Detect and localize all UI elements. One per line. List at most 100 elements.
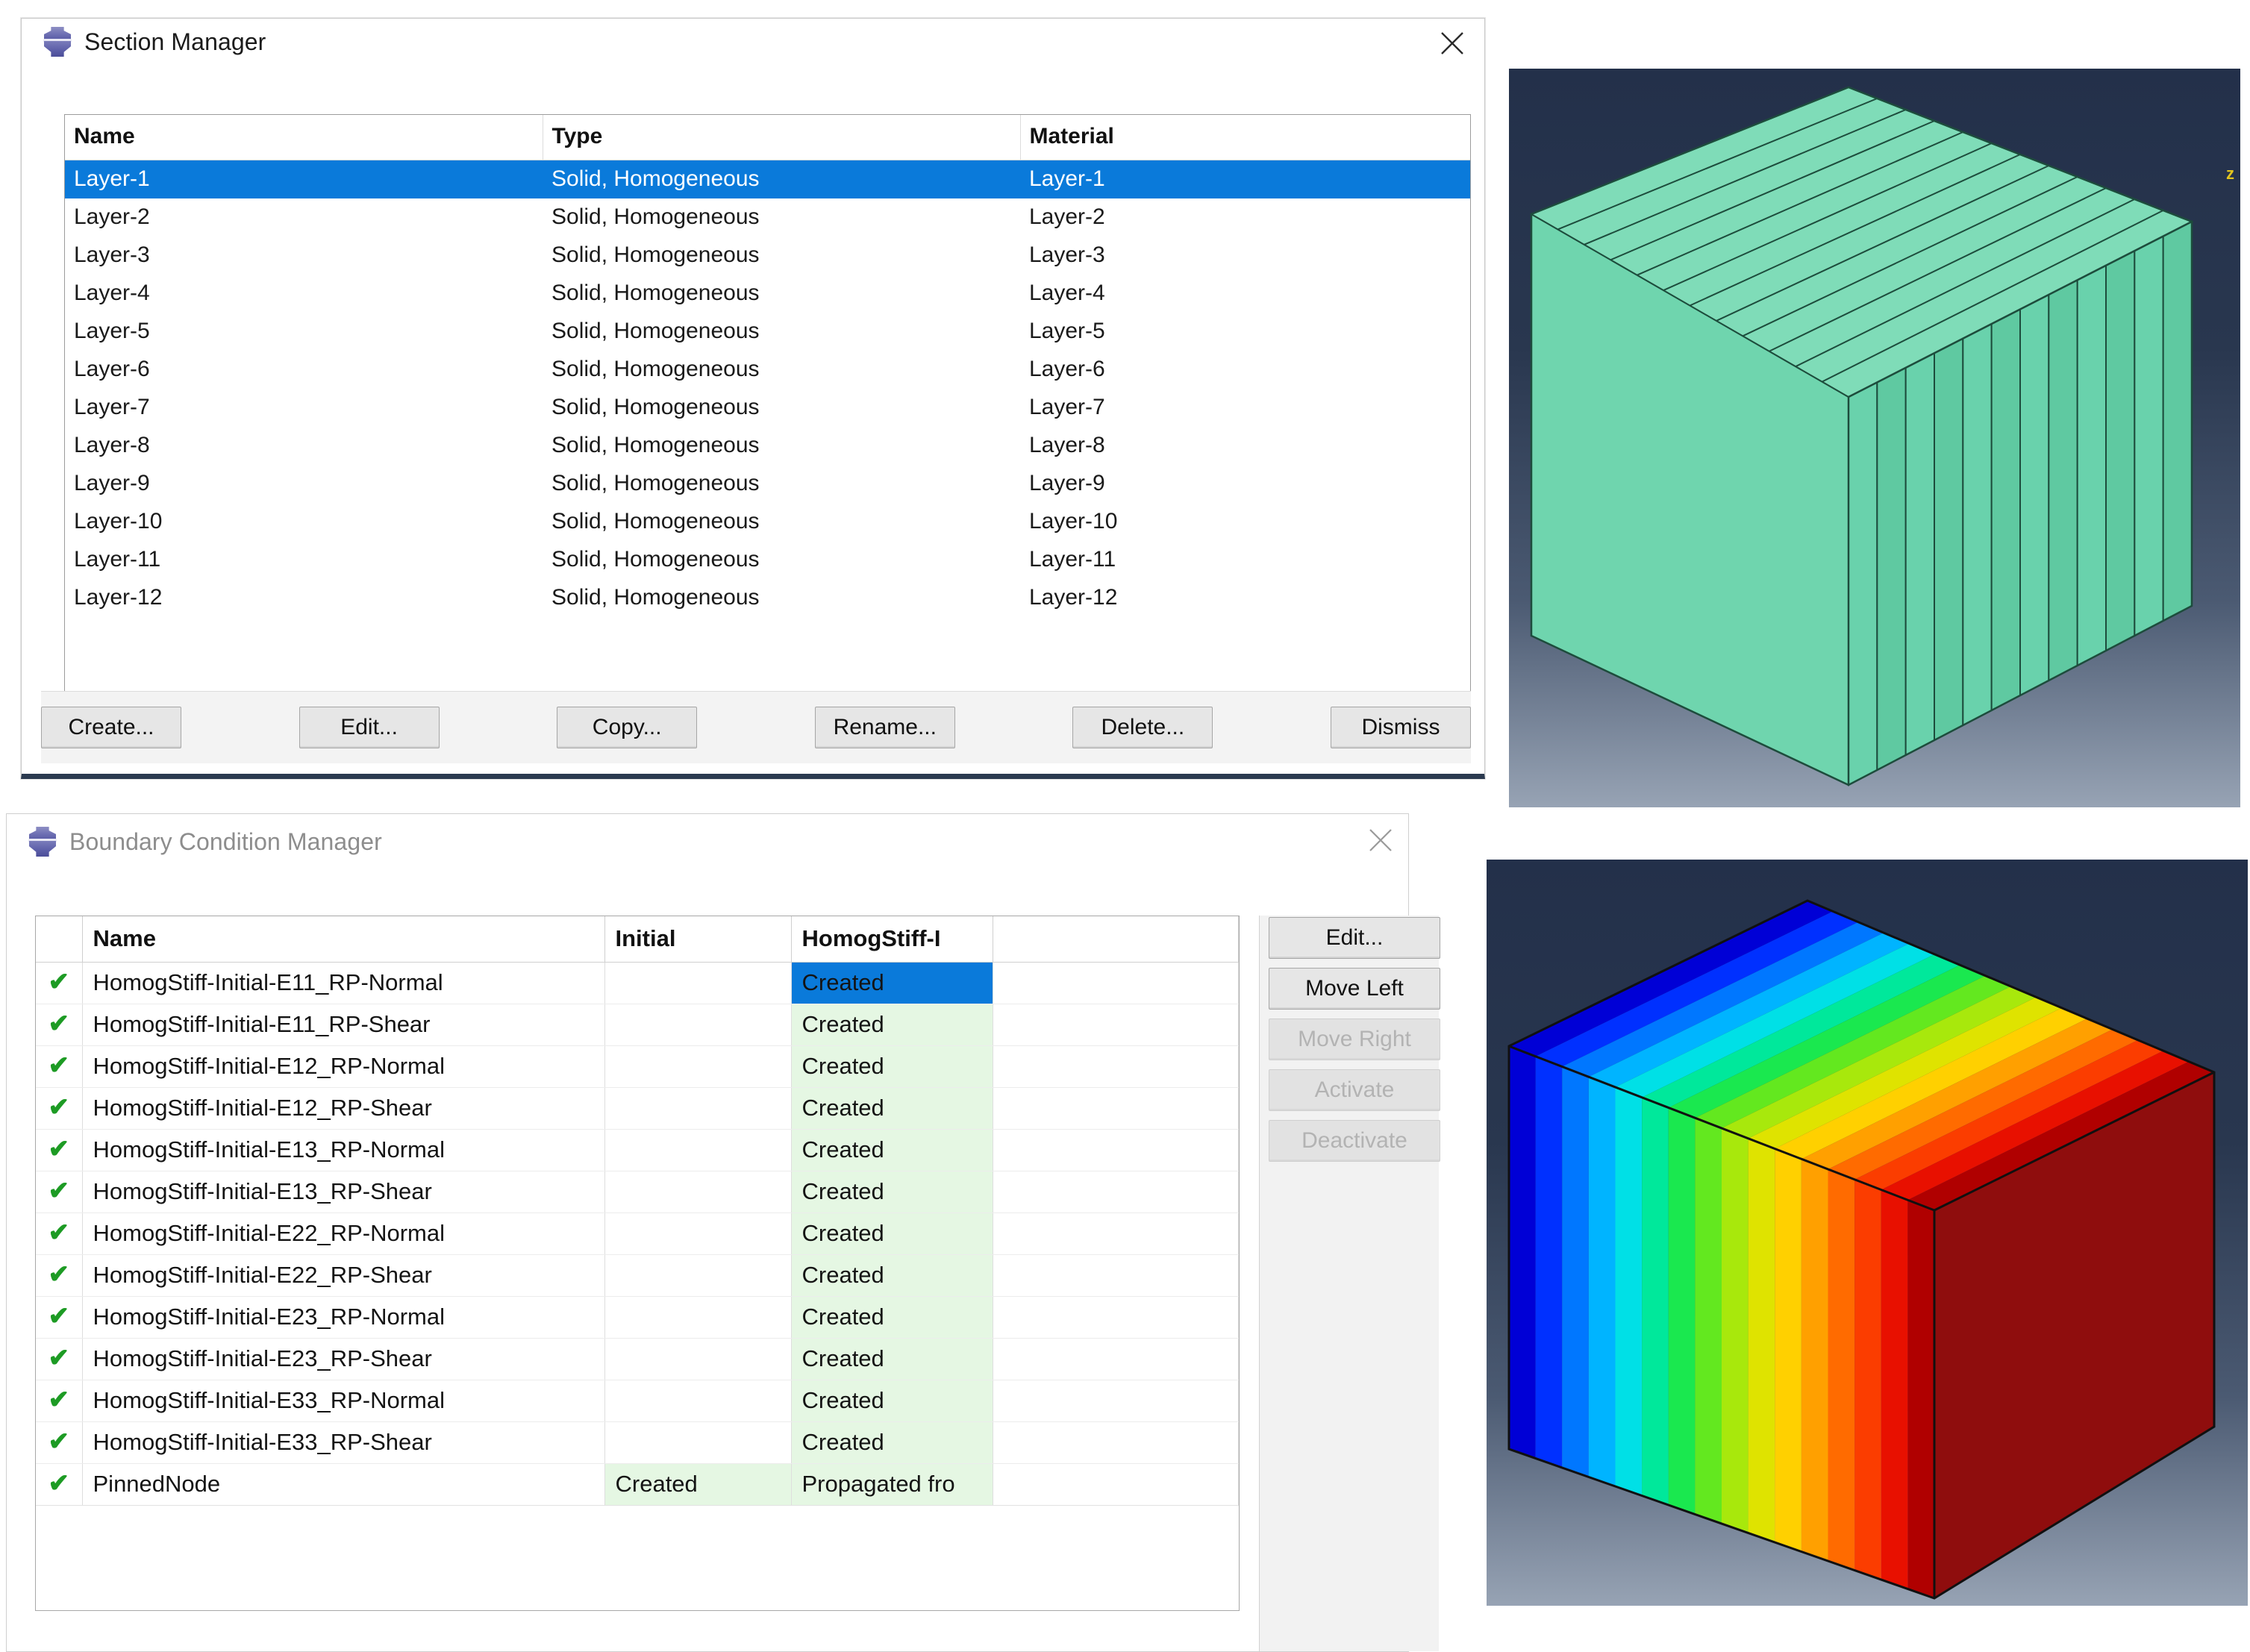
check-icon[interactable]: ✔ bbox=[36, 1045, 83, 1088]
close-icon[interactable] bbox=[1360, 820, 1401, 860]
check-icon[interactable]: ✔ bbox=[36, 1004, 83, 1046]
check-icon[interactable]: ✔ bbox=[36, 1129, 83, 1171]
table-row[interactable]: ✔ HomogStiff-Initial-E22_RP-Shear Created bbox=[36, 1254, 1239, 1297]
column-header-type[interactable]: Type bbox=[543, 115, 1021, 160]
table-row[interactable]: Layer-3 Solid, Homogeneous Layer-3 bbox=[65, 237, 1470, 275]
table-row[interactable]: ✔ HomogStiff-Initial-E12_RP-Shear Created bbox=[36, 1087, 1239, 1130]
edit-button[interactable]: Edit... bbox=[1269, 917, 1440, 959]
column-header-initial[interactable]: Initial bbox=[604, 916, 792, 963]
table-row[interactable]: Layer-9 Solid, Homogeneous Layer-9 bbox=[65, 465, 1470, 503]
bc-row-pad bbox=[993, 1213, 1239, 1255]
check-icon[interactable]: ✔ bbox=[36, 1421, 83, 1464]
check-icon[interactable]: ✔ bbox=[36, 1171, 83, 1213]
table-row[interactable]: Layer-2 Solid, Homogeneous Layer-2 bbox=[65, 198, 1470, 237]
bc-row-name: PinnedNode bbox=[82, 1463, 605, 1506]
table-row[interactable]: Layer-7 Solid, Homogeneous Layer-7 bbox=[65, 389, 1470, 427]
section-row-name: Layer-2 bbox=[74, 204, 150, 229]
bc-row-step-status: Created bbox=[791, 1421, 993, 1464]
bc-row-step-status: Created bbox=[791, 1380, 993, 1422]
bc-table-container[interactable]: Name Initial HomogStiff-I ✔ HomogStiff-In… bbox=[35, 916, 1240, 1611]
table-row[interactable]: Layer-10 Solid, Homogeneous Layer-10 bbox=[65, 503, 1470, 541]
check-glyph: ✔ bbox=[48, 968, 70, 996]
check-icon[interactable]: ✔ bbox=[36, 1338, 83, 1380]
check-icon[interactable]: ✔ bbox=[36, 1087, 83, 1130]
contour-band-front bbox=[1748, 1138, 1775, 1542]
section-row-type: Solid, Homogeneous bbox=[543, 160, 1020, 198]
dismiss-button[interactable]: Dismiss bbox=[1330, 707, 1471, 748]
contour-band-front bbox=[1722, 1128, 1749, 1533]
check-glyph: ✔ bbox=[48, 1427, 70, 1456]
check-icon[interactable]: ✔ bbox=[36, 962, 83, 1004]
contour-block-view[interactable] bbox=[1487, 860, 2248, 1606]
check-icon[interactable]: ✔ bbox=[36, 1254, 83, 1297]
bc-row-initial bbox=[604, 1421, 792, 1464]
bc-row-initial bbox=[604, 1171, 792, 1213]
table-row[interactable]: Layer-6 Solid, Homogeneous Layer-6 bbox=[65, 351, 1470, 389]
abaqus-icon bbox=[41, 25, 74, 58]
table-row[interactable]: Layer-8 Solid, Homogeneous Layer-8 bbox=[65, 427, 1470, 465]
table-row[interactable]: ✔ HomogStiff-Initial-E23_RP-Normal Created bbox=[36, 1296, 1239, 1339]
table-row[interactable]: ✔ PinnedNode Created Propagated fro bbox=[36, 1463, 1239, 1506]
section-row-type: Solid, Homogeneous bbox=[551, 357, 760, 381]
table-row[interactable]: ✔ HomogStiff-Initial-E13_RP-Shear Created bbox=[36, 1171, 1239, 1213]
close-icon[interactable] bbox=[1432, 23, 1472, 63]
check-icon[interactable]: ✔ bbox=[36, 1463, 83, 1506]
section-row-name: Layer-6 bbox=[74, 357, 150, 381]
section-row-name: Layer-3 bbox=[74, 243, 150, 267]
table-row[interactable]: ✔ HomogStiff-Initial-E33_RP-Normal Created bbox=[36, 1380, 1239, 1422]
column-header-material[interactable]: Material bbox=[1020, 115, 1470, 160]
table-row[interactable]: ✔ HomogStiff-Initial-E12_RP-Normal Created bbox=[36, 1045, 1239, 1088]
check-glyph: ✔ bbox=[48, 1051, 70, 1080]
section-row-material: Layer-2 bbox=[1029, 204, 1105, 229]
axis-label-z: z bbox=[2226, 164, 2234, 183]
rename-button[interactable]: Rename... bbox=[814, 707, 955, 748]
table-row[interactable]: Layer-4 Solid, Homogeneous Layer-4 bbox=[65, 275, 1470, 313]
check-icon[interactable]: ✔ bbox=[36, 1296, 83, 1339]
section-manager-buttonbar: Create... Edit... Copy... Rename... Delete..… bbox=[41, 691, 1471, 763]
block-layer bbox=[1934, 337, 1964, 742]
section-row-type: Solid, Homogeneous bbox=[551, 243, 760, 267]
table-row[interactable]: Layer-12 Solid, Homogeneous Layer-12 bbox=[65, 579, 1470, 617]
contour-band-front bbox=[1615, 1087, 1643, 1496]
check-glyph: ✔ bbox=[48, 1177, 70, 1205]
section-row-name: Layer-9 bbox=[74, 471, 150, 495]
table-row[interactable]: ✔ HomogStiff-Initial-E22_RP-Normal Created bbox=[36, 1213, 1239, 1255]
block-layer bbox=[1990, 307, 2021, 712]
block-layer bbox=[2162, 220, 2193, 622]
section-row-material: Layer-10 bbox=[1029, 509, 1118, 534]
column-header-name[interactable]: Name bbox=[82, 916, 605, 963]
block-layer bbox=[1876, 366, 1907, 772]
edit-button[interactable]: Edit... bbox=[299, 707, 440, 748]
layered-block-view[interactable]: z bbox=[1509, 69, 2240, 807]
bc-row-initial bbox=[604, 962, 792, 1004]
table-row[interactable]: ✔ HomogStiff-Initial-E23_RP-Shear Created bbox=[36, 1338, 1239, 1380]
contour-band-front bbox=[1509, 1046, 1536, 1459]
table-row[interactable]: Layer-1 Solid, Homogeneous Layer-1 bbox=[65, 160, 1470, 198]
bc-row-pad bbox=[993, 1004, 1239, 1046]
copy-button[interactable]: Copy... bbox=[557, 707, 698, 748]
section-row-type: Solid, Homogeneous bbox=[551, 281, 760, 305]
table-row[interactable]: ✔ HomogStiff-Initial-E13_RP-Normal Created bbox=[36, 1129, 1239, 1171]
bc-row-pad bbox=[993, 1087, 1239, 1130]
section-table-container[interactable]: Name Type Material Layer-1 Solid, Homogen… bbox=[64, 114, 1471, 713]
check-icon[interactable]: ✔ bbox=[36, 1380, 83, 1422]
column-header-step[interactable]: HomogStiff-I bbox=[791, 916, 993, 963]
create-button[interactable]: Create... bbox=[41, 707, 181, 748]
table-row[interactable]: ✔ HomogStiff-Initial-E33_RP-Shear Created bbox=[36, 1421, 1239, 1464]
table-row[interactable]: Layer-5 Solid, Homogeneous Layer-5 bbox=[65, 313, 1470, 351]
table-row[interactable]: ✔ HomogStiff-Initial-E11_RP-Shear Created bbox=[36, 1004, 1239, 1046]
check-icon[interactable]: ✔ bbox=[36, 1213, 83, 1255]
bc-row-step-status: Created bbox=[791, 1004, 993, 1046]
table-row[interactable]: ✔ HomogStiff-Initial-E11_RP-Normal Created bbox=[36, 962, 1239, 1004]
section-manager-window: Section Manager Name Type Material Layer… bbox=[21, 18, 1485, 779]
contour-block-geometry bbox=[1507, 899, 2216, 1600]
bc-manager-body: Name Initial HomogStiff-I ✔ HomogStiff-In… bbox=[35, 916, 1440, 1651]
bc-row-initial bbox=[604, 1087, 792, 1130]
bc-row-step-status: Created bbox=[791, 1045, 993, 1088]
bc-row-pad bbox=[993, 1380, 1239, 1422]
column-header-name[interactable]: Name bbox=[65, 115, 543, 160]
delete-button[interactable]: Delete... bbox=[1072, 707, 1213, 748]
table-row[interactable]: Layer-11 Solid, Homogeneous Layer-11 bbox=[65, 541, 1470, 579]
move-left-button[interactable]: Move Left bbox=[1269, 968, 1440, 1010]
contour-band-front bbox=[1854, 1179, 1881, 1580]
